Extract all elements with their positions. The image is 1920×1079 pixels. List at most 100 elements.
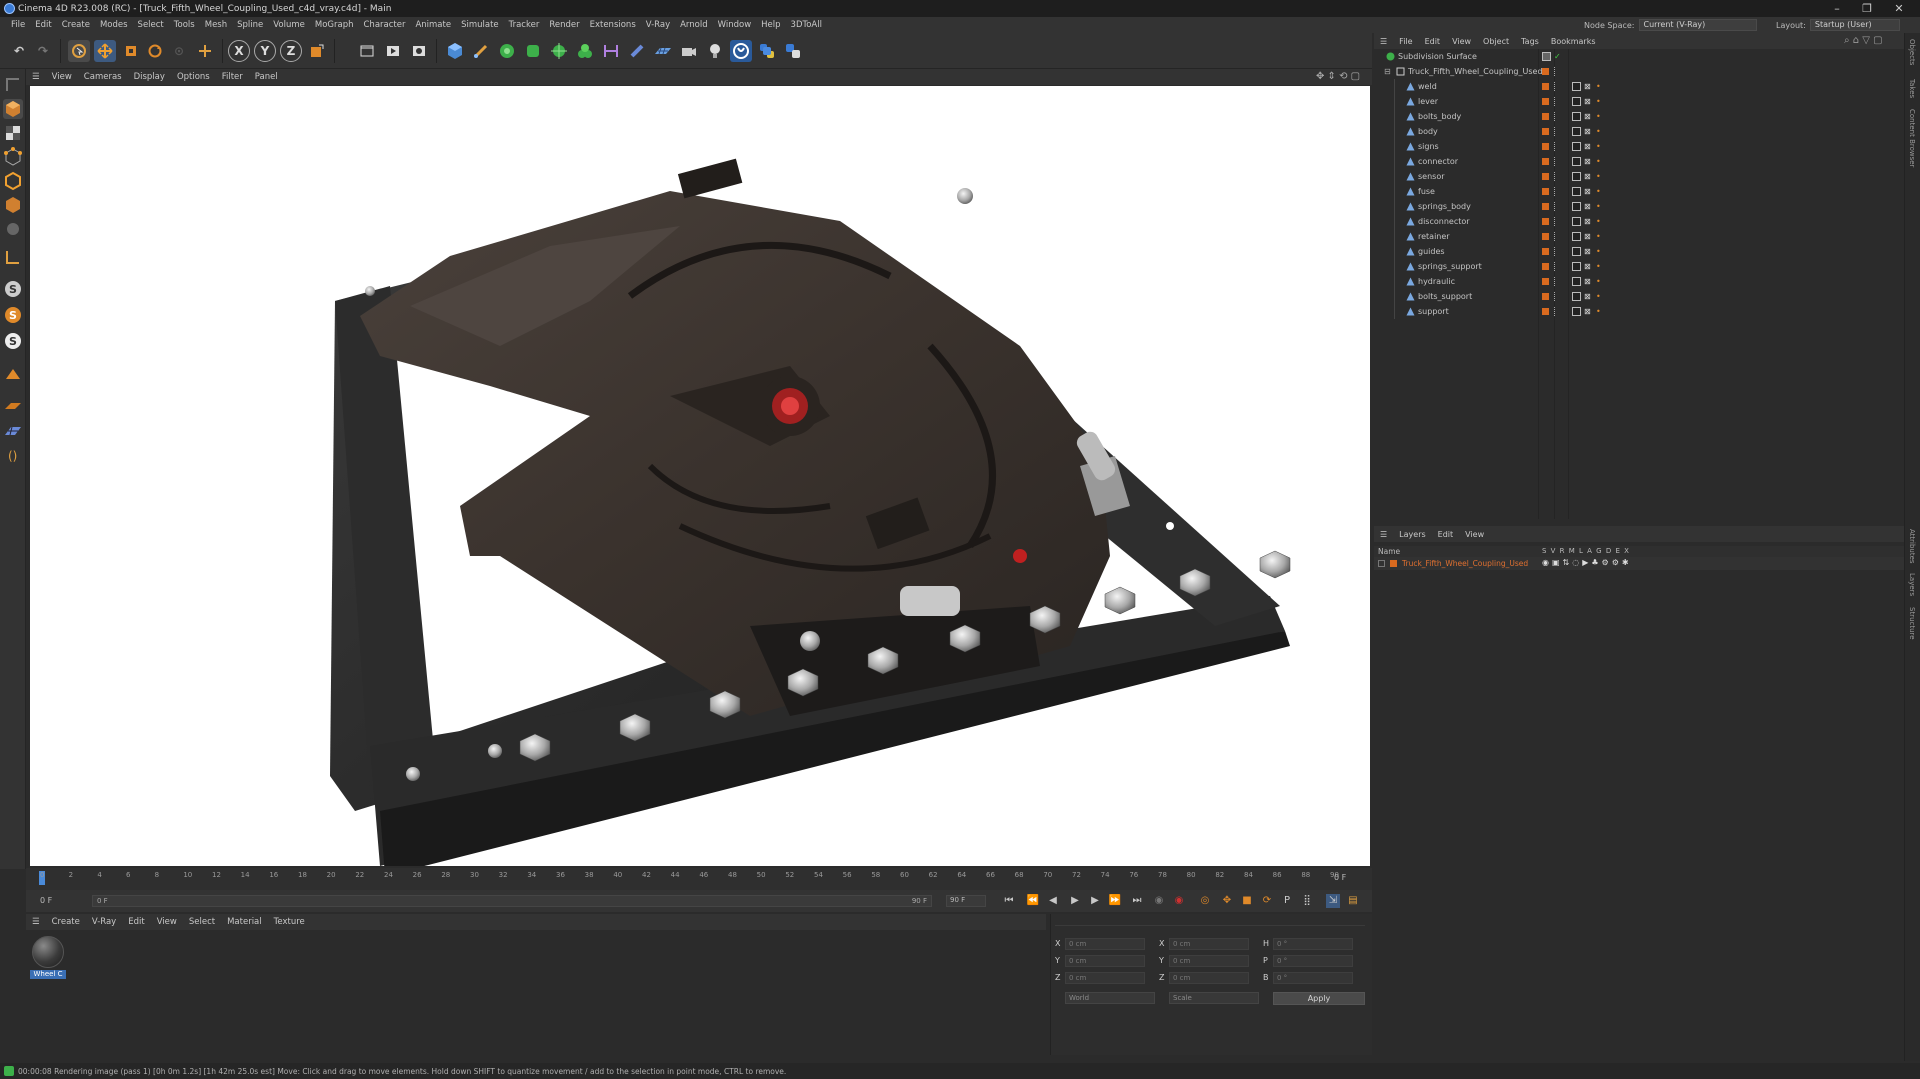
material-menu-view[interactable]: View (151, 917, 183, 927)
texture-tag-icon[interactable]: ⊠ (1584, 232, 1593, 241)
object-row-body[interactable]: body ⊠ • (1374, 124, 1904, 139)
position-y-field[interactable]: 0 cm (1065, 955, 1145, 967)
layer-color-swatch[interactable] (1390, 560, 1397, 567)
3d-viewport[interactable] (30, 86, 1370, 866)
viewport-menu-display[interactable]: Display (128, 72, 171, 82)
layer-color-tag[interactable] (1542, 68, 1549, 75)
menu-render[interactable]: Render (544, 20, 584, 30)
layers-menu-edit[interactable]: Edit (1432, 530, 1460, 539)
menu-window[interactable]: Window (713, 20, 757, 30)
render-dots[interactable] (1554, 127, 1557, 136)
rotation-h-field[interactable]: 0 ° (1273, 938, 1353, 950)
render-dots[interactable] (1554, 142, 1557, 151)
layer-expand-icon[interactable] (1378, 560, 1385, 567)
node-space-dropdown[interactable]: Current (V-Ray) (1638, 19, 1757, 31)
next-frame-icon[interactable]: ▶ (1088, 894, 1102, 908)
edges-mode-icon[interactable] (3, 171, 23, 191)
pen-spline-icon[interactable] (470, 40, 492, 62)
key-pla-icon[interactable]: ⣿ (1300, 894, 1314, 908)
material-name-label[interactable]: Wheel C (30, 970, 66, 979)
material-tag-icon[interactable] (1572, 112, 1581, 121)
cloner-icon[interactable] (548, 40, 570, 62)
move-tool-icon[interactable] (94, 40, 116, 62)
material-menu-material[interactable]: Material (221, 917, 268, 927)
workplane-icon[interactable] (3, 365, 23, 385)
layer-color-tag[interactable] (1542, 308, 1549, 315)
undo-icon[interactable]: ↶ (8, 40, 30, 62)
material-menu-create[interactable]: Create (46, 917, 86, 927)
coordinate-system-icon[interactable] (194, 40, 216, 62)
viewport-navigation-icons[interactable]: ✥ ⇕ ⟲ ▢ (1316, 71, 1360, 82)
camera-icon[interactable] (678, 40, 700, 62)
vray-icon[interactable] (730, 40, 752, 62)
autokey-icon[interactable]: ◉ (1172, 894, 1186, 908)
texture-tag-icon[interactable]: ⊠ (1584, 307, 1593, 316)
object-row-springs-body[interactable]: springs_body ⊠ • (1374, 199, 1904, 214)
viewport-menu-filter[interactable]: Filter (216, 72, 249, 82)
object-row-weld[interactable]: weld ⊠ • (1374, 79, 1904, 94)
key-param-icon[interactable]: P (1280, 894, 1294, 908)
recent-tool-icon[interactable]: ⊙ (168, 40, 190, 62)
maximize-button[interactable]: ❐ (1852, 0, 1882, 17)
phong-tag-icon[interactable]: • (1596, 172, 1605, 181)
layout-dropdown[interactable]: Startup (User) (1809, 19, 1900, 31)
menu-3dtoall[interactable]: 3DToAll (786, 20, 827, 30)
object-row-retainer[interactable]: retainer ⊠ • (1374, 229, 1904, 244)
next-key-icon[interactable]: ⏩ (1108, 894, 1122, 908)
layer-color-tag[interactable] (1542, 173, 1549, 180)
phong-tag-icon[interactable]: • (1596, 277, 1605, 286)
object-row-guides[interactable]: guides ⊠ • (1374, 244, 1904, 259)
menu-vray[interactable]: V-Ray (641, 20, 675, 30)
layer-color-tag[interactable] (1542, 98, 1549, 105)
menu-tracker[interactable]: Tracker (504, 20, 545, 30)
viewport-menu-panel[interactable]: Panel (249, 72, 284, 82)
redo-icon[interactable]: ↷ (32, 40, 54, 62)
texture-tag-icon[interactable]: ⊠ (1584, 292, 1593, 301)
render-dots[interactable] (1554, 157, 1557, 166)
material-preview-thumbnail[interactable] (32, 936, 64, 968)
grid-icon[interactable] (3, 421, 23, 441)
enable-check-icon[interactable]: ✓ (1554, 52, 1563, 61)
locked-workplane-icon[interactable] (3, 395, 23, 415)
layer-color-tag[interactable] (1542, 158, 1549, 165)
menu-create[interactable]: Create (57, 20, 95, 30)
material-menu-vray[interactable]: V-Ray (86, 917, 122, 927)
object-row-hydraulic[interactable]: hydraulic ⊠ • (1374, 274, 1904, 289)
texture-tag-icon[interactable]: ⊠ (1584, 277, 1593, 286)
object-row-subdivision-surface[interactable]: Subdivision Surface ✓ (1374, 49, 1904, 64)
object-row-bolts-support[interactable]: bolts_support ⊠ • (1374, 289, 1904, 304)
material-manager-area[interactable] (26, 930, 1046, 1055)
subdivision-surface-icon[interactable] (496, 40, 518, 62)
layer-color-tag[interactable] (1542, 83, 1549, 90)
tab-structure[interactable]: Structure (1908, 607, 1916, 640)
light-icon[interactable] (704, 40, 726, 62)
layer-color-tag[interactable] (1542, 203, 1549, 210)
menu-file[interactable]: File (6, 20, 30, 30)
layer-color-tag[interactable] (1542, 218, 1549, 225)
viewport-menu-options[interactable]: Options (171, 72, 216, 82)
phong-tag-icon[interactable]: • (1596, 112, 1605, 121)
snap-settings-icon[interactable]: S (3, 305, 23, 325)
tab-content-browser[interactable]: Content Browser (1908, 109, 1916, 167)
texture-tag-icon[interactable]: ⊠ (1584, 202, 1593, 211)
tab-layers[interactable]: Layers (1908, 573, 1916, 596)
frame-range-slider[interactable]: 0 F 90 F (92, 895, 932, 907)
size-y-field[interactable]: 0 cm (1169, 955, 1249, 967)
menu-mesh[interactable]: Mesh (200, 20, 232, 30)
key-scale-icon[interactable]: ■ (1240, 894, 1254, 908)
polygons-mode-icon[interactable] (3, 195, 23, 215)
mograph-icon[interactable] (574, 40, 596, 62)
position-z-field[interactable]: 0 cm (1065, 972, 1145, 984)
size-mode-dropdown[interactable]: Scale (1169, 992, 1259, 1004)
texture-tag-icon[interactable]: ⊠ (1584, 82, 1593, 91)
menu-help[interactable]: Help (756, 20, 785, 30)
phong-tag-icon[interactable]: • (1596, 142, 1605, 151)
material-tag-icon[interactable] (1572, 292, 1581, 301)
material-tag-icon[interactable] (1572, 232, 1581, 241)
tab-objects[interactable]: Objects (1908, 39, 1916, 65)
world-coordinate-icon[interactable] (306, 40, 328, 62)
material-tag-icon[interactable] (1572, 82, 1581, 91)
render-dots[interactable] (1554, 97, 1557, 106)
layer-flag-icons[interactable]: ◉▣⇅◌▶♣⚙⚙✱ (1542, 558, 1632, 567)
menu-tools[interactable]: Tools (169, 20, 200, 30)
